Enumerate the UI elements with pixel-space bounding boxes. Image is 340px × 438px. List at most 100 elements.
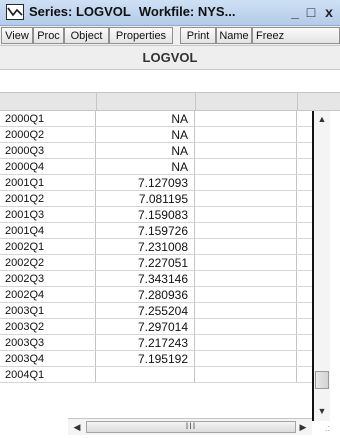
view-button[interactable]: View	[1, 27, 33, 44]
properties-button[interactable]: Properties	[109, 27, 173, 44]
empty-cell[interactable]	[297, 287, 312, 303]
table-row[interactable]: 2000Q4 NA	[0, 159, 340, 175]
empty-cell[interactable]	[195, 143, 297, 159]
table-row[interactable]: 2001Q3 7.159083	[0, 207, 340, 223]
obs-cell[interactable]: 2002Q2	[0, 255, 96, 271]
empty-cell[interactable]	[297, 255, 312, 271]
value-cell[interactable]: NA	[96, 127, 195, 143]
empty-cell[interactable]	[195, 159, 297, 175]
table-row[interactable]: 2003Q1 7.255204	[0, 303, 340, 319]
empty-cell[interactable]	[195, 127, 297, 143]
empty-cell[interactable]	[297, 319, 312, 335]
freeze-button[interactable]: Freez	[252, 27, 340, 44]
empty-cell[interactable]	[297, 175, 312, 191]
name-button[interactable]: Name	[216, 27, 252, 44]
obs-cell[interactable]: 2001Q1	[0, 175, 96, 191]
obs-cell[interactable]: 2003Q3	[0, 335, 96, 351]
obs-cell[interactable]: 2002Q1	[0, 239, 96, 255]
table-row[interactable]: 2000Q2 NA	[0, 127, 340, 143]
empty-cell[interactable]	[297, 239, 312, 255]
close-button[interactable]: x	[320, 2, 338, 22]
obs-cell[interactable]: 2002Q4	[0, 287, 96, 303]
obs-cell[interactable]: 2003Q1	[0, 303, 96, 319]
obs-cell[interactable]: 2003Q2	[0, 319, 96, 335]
empty-cell[interactable]	[297, 127, 312, 143]
obs-cell[interactable]: 2000Q2	[0, 127, 96, 143]
table-row[interactable]: 2001Q1 7.127093	[0, 175, 340, 191]
print-button[interactable]: Print	[180, 27, 216, 44]
obs-cell[interactable]: 2001Q2	[0, 191, 96, 207]
empty-cell[interactable]	[195, 367, 297, 383]
value-cell[interactable]: 7.159083	[96, 207, 195, 223]
empty-cell[interactable]	[195, 335, 297, 351]
maximize-button[interactable]: □	[302, 2, 320, 22]
obs-cell[interactable]: 2001Q3	[0, 207, 96, 223]
vertical-scroll-thumb[interactable]	[315, 371, 329, 389]
value-cell[interactable]: 7.081195	[96, 191, 195, 207]
table-row[interactable]: 2003Q3 7.217243	[0, 335, 340, 351]
table-row[interactable]: 2001Q4 7.159726	[0, 223, 340, 239]
table-row[interactable]: 2003Q4 7.195192	[0, 351, 340, 367]
scroll-up-icon[interactable]: ▲	[314, 111, 330, 127]
empty-cell[interactable]	[195, 207, 297, 223]
empty-cell[interactable]	[195, 239, 297, 255]
table-row[interactable]: 2002Q3 7.343146	[0, 271, 340, 287]
scroll-down-icon[interactable]: ▼	[314, 403, 330, 419]
table-row[interactable]: 2002Q1 7.231008	[0, 239, 340, 255]
value-cell[interactable]: 7.127093	[96, 175, 195, 191]
obs-cell[interactable]: 2000Q1	[0, 111, 96, 127]
title-bar[interactable]: Series: LOGVOL Workfile: NYS... _ □ x	[0, 0, 340, 26]
empty-cell[interactable]	[195, 223, 297, 239]
horizontal-scrollbar[interactable]: ◀ III ▶	[68, 418, 312, 435]
value-cell[interactable]: 7.217243	[96, 335, 195, 351]
value-cell[interactable]: 7.280936	[96, 287, 195, 303]
scroll-left-icon[interactable]: ◀	[70, 419, 84, 435]
empty-cell[interactable]	[297, 191, 312, 207]
empty-cell[interactable]	[297, 223, 312, 239]
empty-cell[interactable]	[195, 111, 297, 127]
empty-cell[interactable]	[297, 303, 312, 319]
table-row[interactable]: 2002Q4 7.280936	[0, 287, 340, 303]
value-cell[interactable]: NA	[96, 159, 195, 175]
table-row[interactable]: 2000Q3 NA	[0, 143, 340, 159]
size-grip-icon[interactable]: .:	[314, 420, 330, 436]
spreadsheet-grid[interactable]: 2000Q1 NA 2000Q2 NA 2000Q3 NA 2000Q4 NA 2001Q1 7.…	[0, 70, 340, 438]
value-cell[interactable]: NA	[96, 143, 195, 159]
empty-cell[interactable]	[195, 175, 297, 191]
value-cell[interactable]: 7.195192	[96, 351, 195, 367]
value-column-header[interactable]	[96, 93, 196, 110]
obs-cell[interactable]: 2000Q4	[0, 159, 96, 175]
value-cell[interactable]	[96, 367, 195, 383]
value-cell[interactable]: 7.297014	[96, 319, 195, 335]
scroll-right-icon[interactable]: ▶	[296, 419, 310, 435]
horizontal-scroll-thumb[interactable]: III	[86, 421, 296, 433]
empty-cell[interactable]	[297, 367, 312, 383]
empty-cell[interactable]	[195, 303, 297, 319]
table-row[interactable]: 2002Q2 7.227051	[0, 255, 340, 271]
value-cell[interactable]: 7.227051	[96, 255, 195, 271]
empty-cell[interactable]	[195, 351, 297, 367]
empty-column-header[interactable]	[195, 93, 298, 110]
empty-cell[interactable]	[195, 255, 297, 271]
proc-button[interactable]: Proc	[33, 27, 64, 44]
table-row[interactable]: 2000Q1 NA	[0, 111, 340, 127]
value-cell[interactable]: NA	[96, 111, 195, 127]
empty-cell[interactable]	[297, 271, 312, 287]
obs-cell[interactable]: 2002Q3	[0, 271, 96, 287]
obs-cell[interactable]: 2004Q1	[0, 367, 96, 383]
empty-cell[interactable]	[297, 351, 312, 367]
value-cell[interactable]: 7.159726	[96, 223, 195, 239]
empty-cell[interactable]	[297, 111, 312, 127]
vertical-scrollbar[interactable]: ▲ ▼	[312, 111, 330, 421]
empty-cell[interactable]	[297, 335, 312, 351]
obs-column-header[interactable]	[0, 93, 97, 110]
table-row[interactable]: 2004Q1	[0, 367, 340, 383]
obs-cell[interactable]: 2003Q4	[0, 351, 96, 367]
obs-cell[interactable]: 2001Q4	[0, 223, 96, 239]
table-row[interactable]: 2001Q2 7.081195	[0, 191, 340, 207]
empty-cell[interactable]	[195, 287, 297, 303]
empty-cell[interactable]	[297, 207, 312, 223]
empty-cell[interactable]	[195, 271, 297, 287]
object-button[interactable]: Object	[64, 27, 109, 44]
empty-cell[interactable]	[297, 143, 312, 159]
